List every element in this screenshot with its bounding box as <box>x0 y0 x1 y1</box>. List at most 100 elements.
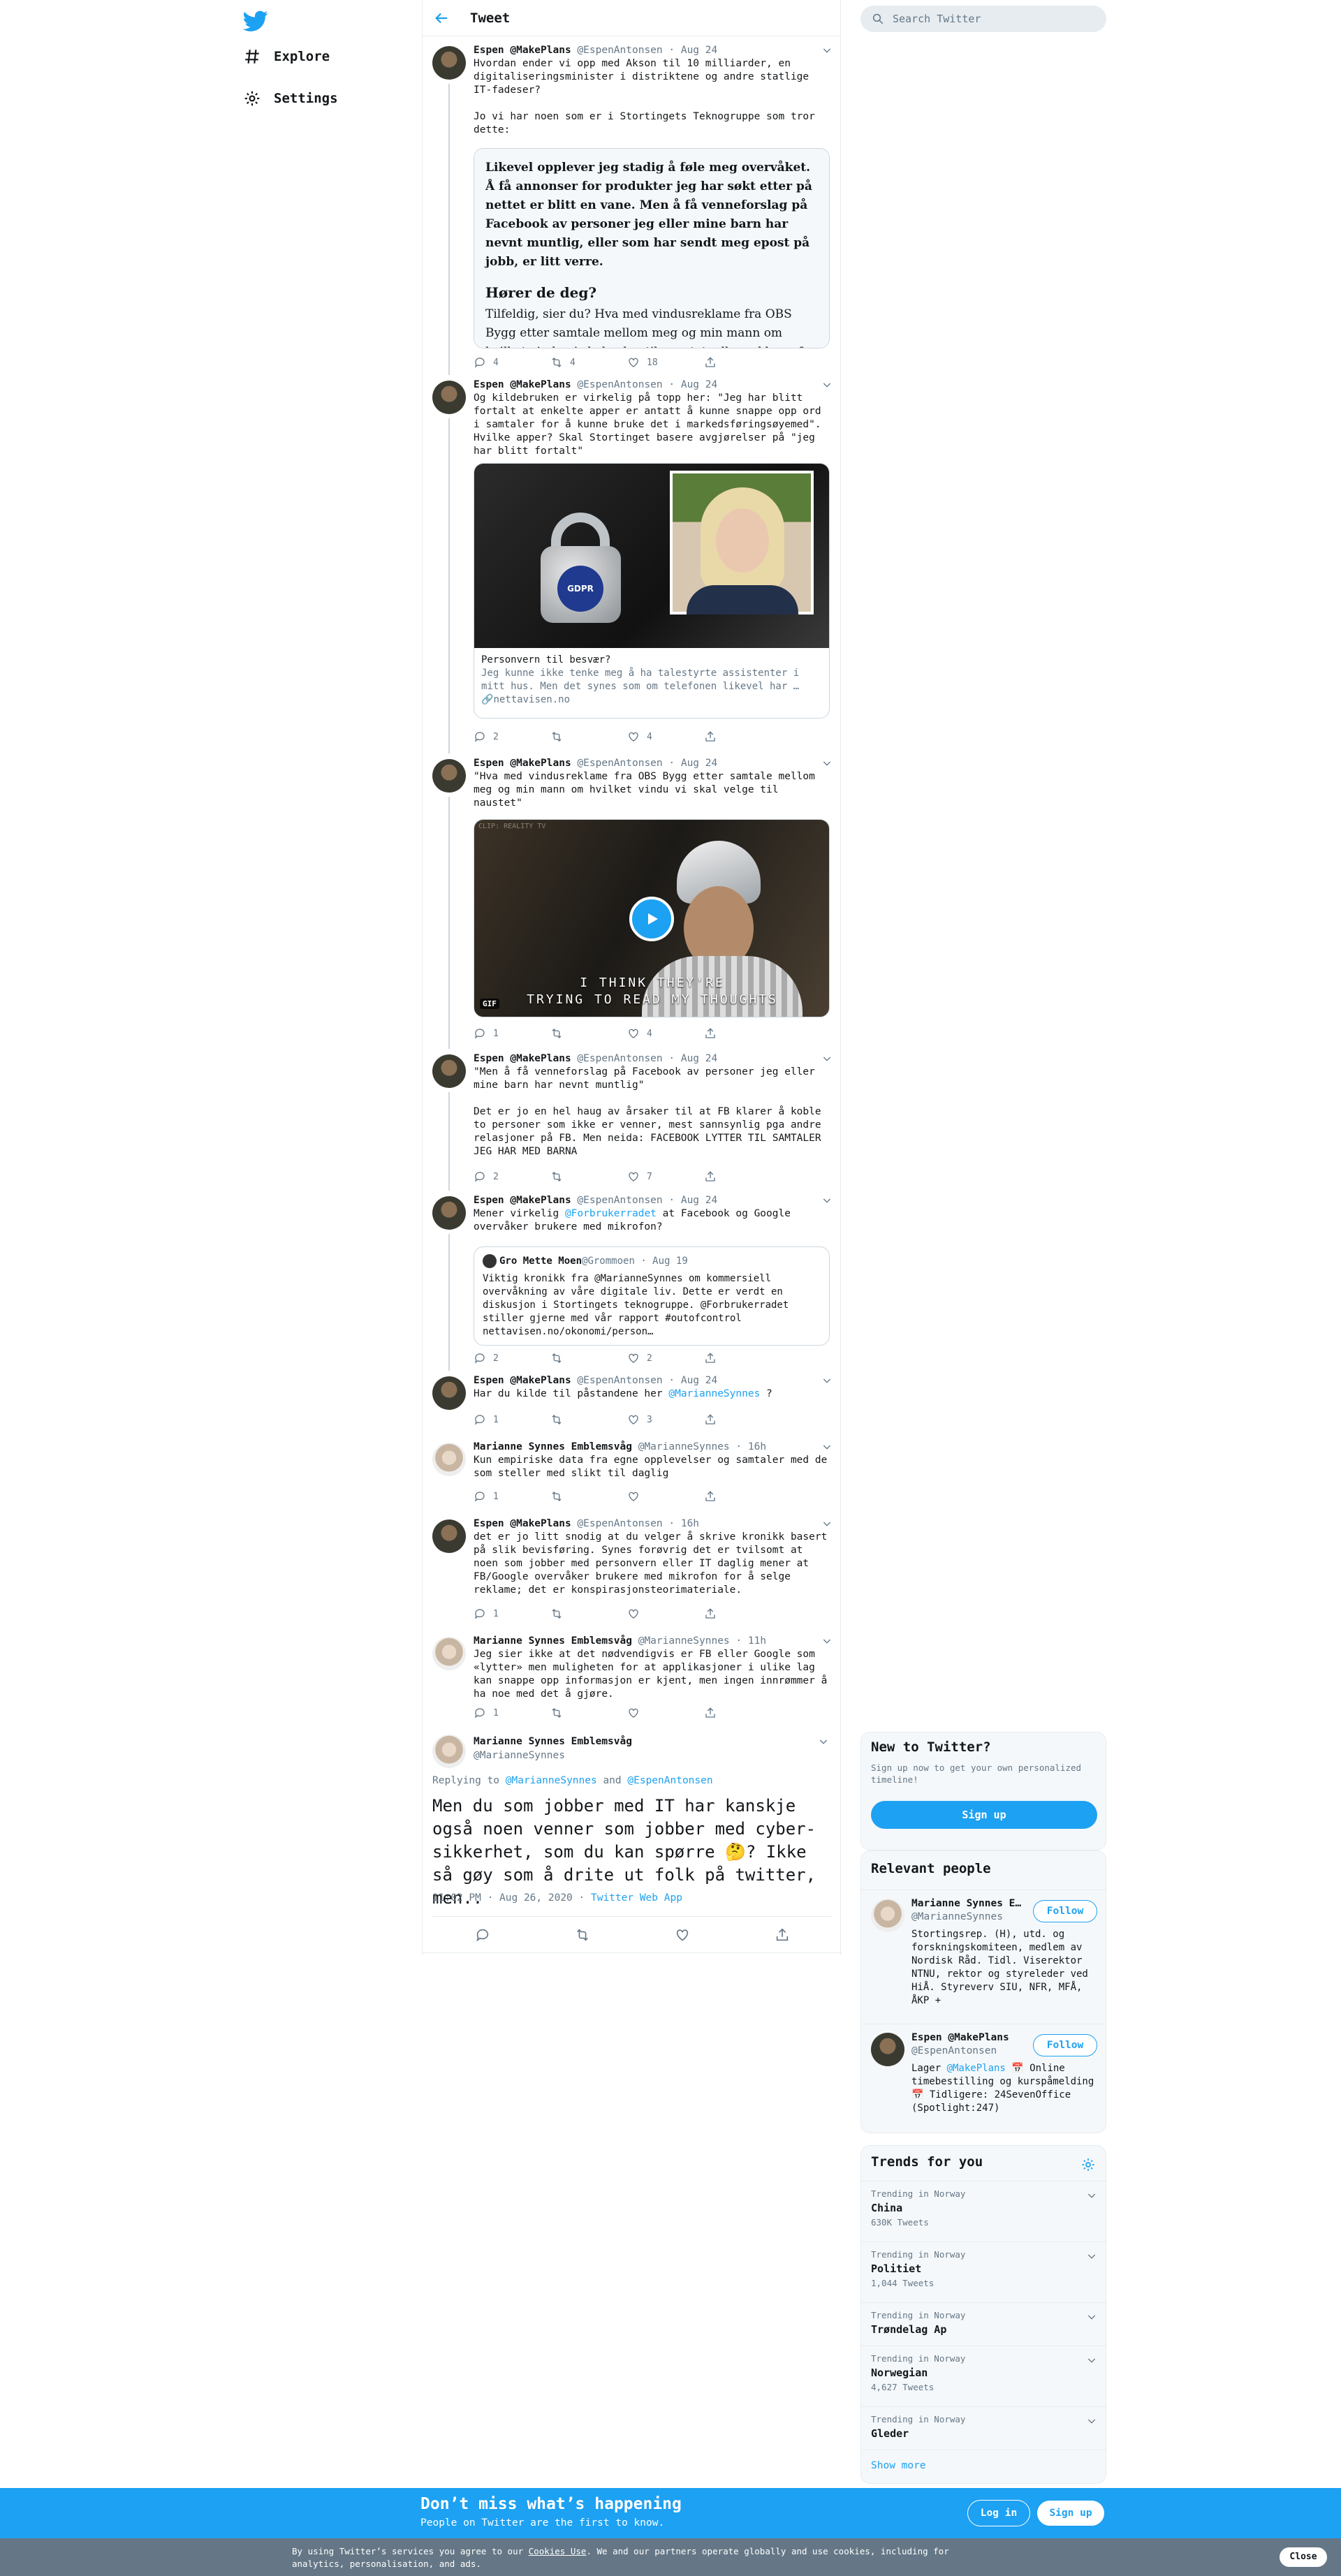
search-input[interactable]: Search Twitter <box>893 13 981 25</box>
retweet-button[interactable] <box>550 1490 627 1503</box>
like-button[interactable]: 18 <box>627 356 704 369</box>
login-button[interactable]: Log in <box>967 2500 1030 2526</box>
thread-tweet[interactable]: Espen @MakePlans @EspenAntonsen · 16h de… <box>423 1514 842 1631</box>
person-bio-mention[interactable]: @MakePlans <box>947 2063 1006 2074</box>
author-handle[interactable]: @EspenAntonsen <box>577 379 662 390</box>
thread-tweet[interactable]: Espen @MakePlans @EspenAntonsen · Aug 24… <box>423 1191 842 1371</box>
sign-up-button[interactable]: Sign up <box>871 1801 1097 1829</box>
reply-icon[interactable] <box>475 1927 490 1943</box>
retweet-button[interactable] <box>550 1352 627 1364</box>
author-name[interactable]: Espen @MakePlans <box>474 45 571 56</box>
avatar[interactable] <box>432 1637 466 1670</box>
author-handle[interactable]: @MarianneSynnes <box>638 1441 730 1452</box>
like-button[interactable]: 4 <box>627 730 704 743</box>
retweet-icon[interactable] <box>575 1927 590 1943</box>
trend-item[interactable]: Trending in Norway Trøndelag Ap <box>861 2302 1107 2346</box>
follow-button[interactable]: Follow <box>1033 1900 1097 1922</box>
avatar[interactable] <box>432 1519 466 1553</box>
author-handle[interactable]: @EspenAntonsen <box>577 1195 662 1206</box>
like-button[interactable]: 4 <box>627 1027 704 1040</box>
author-name[interactable]: Espen @MakePlans <box>474 1195 571 1206</box>
tweet-time[interactable]: · Aug 24 <box>668 1053 717 1064</box>
avatar[interactable] <box>432 1376 466 1410</box>
author-name[interactable]: Marianne Synnes Emblemsvåg <box>474 1635 632 1647</box>
reply-button[interactable]: 2 <box>474 730 550 743</box>
thread-tweet[interactable]: Espen @MakePlans @EspenAntonsen · Aug 24… <box>423 1049 842 1191</box>
author-handle[interactable]: @EspenAntonsen <box>577 758 662 769</box>
tweet-time[interactable]: · Aug 24 <box>668 1195 717 1206</box>
link-card[interactable]: GDPR Personvern til besvær? Jeg kunne ik… <box>474 463 830 719</box>
avatar[interactable] <box>432 1196 466 1230</box>
reply-button[interactable]: 1 <box>474 1027 550 1040</box>
like-button[interactable]: 2 <box>627 1352 704 1364</box>
share-icon[interactable] <box>775 1927 790 1943</box>
author-name[interactable]: Marianne Synnes Emblemsvåg <box>474 1735 632 1749</box>
reply-button[interactable]: 4 <box>474 356 550 369</box>
chevron-down-icon[interactable] <box>821 758 833 769</box>
settings-gear-icon[interactable] <box>1080 2157 1096 2172</box>
chevron-down-icon[interactable] <box>818 1736 829 1747</box>
tweet-time[interactable]: · 11h <box>735 1635 766 1647</box>
chevron-down-icon[interactable] <box>821 45 833 56</box>
back-arrow-icon[interactable] <box>434 10 449 26</box>
tweet-timestamp[interactable]: 11:02 PM · Aug 26, 2020 · <box>432 1892 591 1904</box>
author-handle[interactable]: @MarianneSynnes <box>474 1749 632 1762</box>
share-button[interactable] <box>704 356 781 369</box>
person-name[interactable]: Espen @MakePlans <box>911 2031 1009 2045</box>
trend-item[interactable]: Trending in Norway China 630K Tweets <box>861 2181 1107 2242</box>
avatar[interactable] <box>871 2033 904 2066</box>
author-name[interactable]: Espen @MakePlans <box>474 758 571 769</box>
author-name[interactable]: Marianne Synnes Emblemsvåg <box>474 1441 632 1452</box>
chevron-down-icon[interactable] <box>1086 2415 1097 2427</box>
chevron-down-icon[interactable] <box>821 1441 833 1452</box>
avatar[interactable] <box>432 381 466 414</box>
tweet-time[interactable]: · Aug 24 <box>668 1375 717 1386</box>
retweet-button[interactable] <box>550 1413 627 1426</box>
mention-link[interactable]: @MarianneSynnes <box>668 1388 760 1399</box>
author-name[interactable]: Espen @MakePlans <box>474 379 571 390</box>
like-button[interactable]: 7 <box>627 1170 704 1183</box>
reply-button[interactable]: 1 <box>474 1490 550 1503</box>
share-button[interactable] <box>704 1027 781 1040</box>
person-name[interactable]: Marianne Synnes E… <box>911 1897 1041 1911</box>
author-handle[interactable]: @EspenAntonsen <box>577 45 662 56</box>
reply-button[interactable]: 2 <box>474 1352 550 1364</box>
tweet-time[interactable]: · Aug 24 <box>668 379 717 390</box>
avatar[interactable] <box>432 46 466 80</box>
author-handle[interactable]: @EspenAntonsen <box>577 1375 662 1386</box>
cookie-close-button[interactable]: Close <box>1280 2547 1327 2567</box>
retweet-button[interactable] <box>550 1607 627 1620</box>
thread-tweet[interactable]: Espen @MakePlans @EspenAntonsen · Aug 24… <box>423 753 842 1049</box>
author-handle[interactable]: @EspenAntonsen <box>577 1053 662 1064</box>
play-button[interactable] <box>629 897 674 941</box>
retweet-button[interactable] <box>550 1170 627 1183</box>
twitter-bird-icon[interactable] <box>243 8 268 34</box>
share-button[interactable] <box>704 1490 781 1503</box>
chevron-down-icon[interactable] <box>821 1195 833 1206</box>
author-name[interactable]: Espen @MakePlans <box>474 1053 571 1064</box>
like-button[interactable]: 3 <box>627 1413 704 1426</box>
chevron-down-icon[interactable] <box>1086 2355 1097 2366</box>
trend-item[interactable]: Trending in Norway Politiet 1,044 Tweets <box>861 2242 1107 2302</box>
follow-button[interactable]: Follow <box>1033 2034 1097 2056</box>
like-button[interactable] <box>627 1490 704 1503</box>
share-button[interactable] <box>704 1352 781 1364</box>
share-button[interactable] <box>704 1607 781 1620</box>
person-handle[interactable]: @EspenAntonsen <box>911 2045 1009 2058</box>
trend-item[interactable]: Trending in Norway Gleder <box>861 2406 1107 2450</box>
like-button[interactable] <box>627 1607 704 1620</box>
author-name[interactable]: Espen @MakePlans <box>474 1375 571 1386</box>
thread-tweet[interactable]: Marianne Synnes Emblemsvåg @MarianneSynn… <box>423 1437 842 1514</box>
reply-button[interactable]: 1 <box>474 1413 550 1426</box>
tweet-time[interactable]: · Aug 24 <box>668 758 717 769</box>
chevron-down-icon[interactable] <box>1086 2311 1097 2323</box>
reply-button[interactable]: 2 <box>474 1170 550 1183</box>
thread-tweet[interactable]: Espen @MakePlans @EspenAntonsen · Aug 24… <box>423 375 842 753</box>
share-button[interactable] <box>704 1707 781 1719</box>
tweet-time[interactable]: · Aug 24 <box>668 45 717 56</box>
author-handle[interactable]: @EspenAntonsen <box>577 1518 662 1529</box>
reply-button[interactable]: 1 <box>474 1707 550 1719</box>
chevron-down-icon[interactable] <box>1086 2190 1097 2201</box>
mention-link[interactable]: @Forbrukerradet <box>565 1208 657 1219</box>
chevron-down-icon[interactable] <box>821 1635 833 1647</box>
